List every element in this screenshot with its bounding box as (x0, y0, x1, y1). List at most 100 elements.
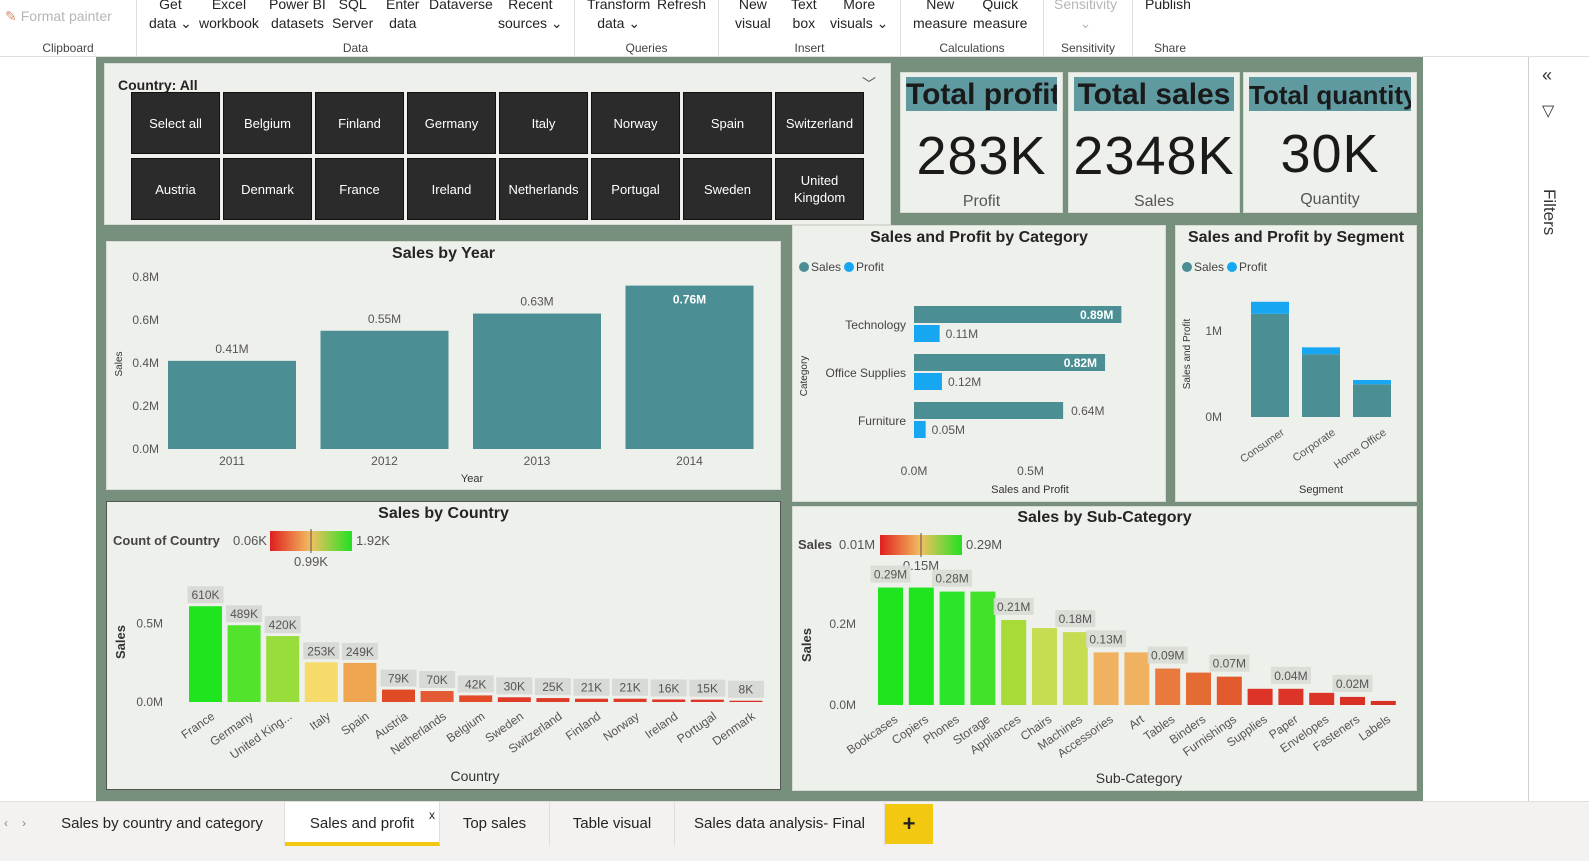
filters-label[interactable]: Filters (1539, 189, 1559, 235)
recent-line1: Recent (508, 0, 553, 12)
bar-Chairs (1032, 628, 1057, 705)
bar-France (189, 606, 222, 702)
x-tick-label: Italy (307, 709, 333, 733)
publish-button[interactable]: Publish (1145, 0, 1191, 14)
data-label: 0.11M (946, 327, 978, 341)
sql-server-button[interactable]: SQL Server (332, 0, 373, 33)
slicer-button-norway[interactable]: Norway (591, 92, 680, 154)
slicer-button-portugal[interactable]: Portugal (591, 158, 680, 220)
tab-top-sales[interactable]: Top sales (440, 802, 550, 846)
data-label: 0.28M (935, 572, 968, 586)
slicer-button-ireland[interactable]: Ireland (407, 158, 496, 220)
page-tab-bar: ‹ › Sales by country and category Sales … (0, 801, 1589, 861)
tab-label: Table visual (572, 815, 652, 832)
filters-pane: « ▽ Filters (1528, 57, 1589, 801)
data-label: 0.55M (368, 312, 401, 326)
collapse-double-chevron-icon[interactable]: « (1542, 65, 1552, 86)
dataverse-button[interactable]: Dataverse (429, 0, 493, 14)
clipboard-group: ✎ Format painter Clipboard (0, 0, 137, 56)
bar-Tables (1155, 668, 1181, 705)
slicer-button-germany[interactable]: Germany (407, 92, 496, 154)
sales-by-subcategory-plot: Sales 0.01M 0.29M0.15M0.0M0.2MSales0.29MBo… (798, 533, 1396, 786)
format-painter-button[interactable]: ✎ Format painter (5, 8, 112, 25)
chevron-down-icon: ⌄ (547, 15, 563, 31)
data-label: 79K (388, 672, 409, 686)
x-tick-label: Labels (1356, 712, 1393, 744)
bar-Spain (343, 662, 377, 702)
tab-sales-data-analysis-final[interactable]: Sales data analysis- Final (675, 802, 885, 846)
new-visual-button[interactable]: New visual (735, 0, 771, 33)
slicer-button-united-kingdom[interactable]: United Kingdom (775, 158, 864, 220)
add-page-button[interactable]: + (885, 804, 933, 844)
more-visuals-button[interactable]: More visuals ⌄ (830, 0, 888, 33)
bar-Phones (939, 591, 965, 705)
get-data-line2: data (149, 15, 177, 31)
group-label-insert: Insert (794, 41, 825, 55)
x-tick-label: Corporate (1291, 427, 1338, 465)
sales-by-country-chart[interactable]: Sales by Country Count of Country 0.06K 1.… (106, 501, 781, 790)
insert-group: New visual Text box More visuals ⌄ Insert (719, 0, 901, 56)
slicer-button-sweden[interactable]: Sweden (683, 158, 772, 220)
y-tick-label: 1M (1205, 324, 1222, 338)
nav-right-icon[interactable]: › (22, 816, 26, 830)
data-label: 30K (504, 679, 525, 693)
card-total-quantity[interactable]: Total quantity 30K Quantity (1243, 72, 1417, 213)
slicer-button-italy[interactable]: Italy (499, 92, 588, 154)
pbi-line2: datasets (270, 15, 324, 31)
data-label: 0.04M (1274, 669, 1307, 683)
card-total-profit[interactable]: Total profit 283K Profit (900, 72, 1063, 213)
legend-title: Sales (798, 537, 832, 552)
sales-profit-by-category-chart[interactable]: Sales and Profit by Category Sales Profit… (792, 225, 1166, 502)
chevron-down-icon: ⌄ (872, 15, 889, 31)
slicer-button-spain[interactable]: Spain (683, 92, 772, 154)
slicer-button-select-all[interactable]: Select all (131, 92, 220, 154)
y-tick-label: 0.2M (132, 399, 159, 413)
slicer-button-denmark[interactable]: Denmark (223, 158, 312, 220)
share-group: Publish Share (1133, 0, 1207, 56)
enter-data-button[interactable]: Enter data (386, 0, 419, 33)
publish-line1: Publish (1145, 0, 1191, 12)
close-icon[interactable]: x (429, 793, 435, 837)
sales-by-subcategory-chart[interactable]: Sales by Sub-Category Sales 0.01M 0.29M 0.1… (792, 506, 1417, 791)
bar-Portugal (690, 699, 724, 702)
slicer-button-switzerland[interactable]: Switzerland (775, 92, 864, 154)
quick-measure-button[interactable]: Quick measure (973, 0, 1027, 33)
group-label-sensitivity: Sensitivity (1060, 41, 1116, 55)
new-measure-button[interactable]: New measure (913, 0, 967, 33)
bar-profit-0 (914, 325, 940, 342)
transform-data-button[interactable]: Transform data ⌄ (587, 0, 650, 33)
filter-funnel-icon[interactable]: ▽ (1542, 101, 1554, 121)
bar-Envelopes (1309, 692, 1335, 705)
sensitivity-button[interactable]: Sensitivity ⌄ (1054, 0, 1117, 33)
slicer-button-netherlands[interactable]: Netherlands (499, 158, 588, 220)
y-axis-title: Sales (113, 625, 128, 659)
y-tick-label: 0.6M (132, 313, 159, 327)
chevron-down-icon[interactable]: ﹀ (862, 74, 876, 94)
data-label: 489K (230, 607, 258, 621)
bar-Paper (1278, 688, 1304, 705)
slicer-button-belgium[interactable]: Belgium (223, 92, 312, 154)
tab-sales-by-country-and-category[interactable]: Sales by country and category (40, 802, 285, 846)
card-label: Sales (1133, 193, 1175, 210)
nav-left-icon[interactable]: ‹ (4, 816, 8, 830)
excel-workbook-button[interactable]: Excel workbook (199, 0, 259, 33)
bar-profit-0 (1251, 301, 1289, 314)
sales-profit-by-segment-chart[interactable]: Sales and Profit by Segment Sales Profit 0… (1175, 225, 1417, 502)
recent-sources-button[interactable]: Recent sources ⌄ (498, 0, 563, 33)
enter-line1: Enter (386, 0, 420, 12)
data-label: 8K (739, 683, 754, 697)
slicer-button-france[interactable]: France (315, 158, 404, 220)
legend-max: 0.29M (966, 537, 1002, 552)
refresh-button[interactable]: Refresh (657, 0, 706, 14)
tab-table-visual[interactable]: Table visual (550, 802, 675, 846)
text-box-button[interactable]: Text box (791, 0, 817, 33)
power-bi-datasets-button[interactable]: Power BI datasets (269, 0, 326, 33)
tab-sales-and-profit[interactable]: Sales and profit x (285, 802, 440, 846)
get-data-button[interactable]: Get data ⌄ (149, 0, 192, 33)
sales-by-year-chart[interactable]: Sales by Year 0.0M 0.2M 0.4M 0.6M 0.8M Sales 0… (106, 241, 781, 490)
tab-label: Top sales (462, 815, 527, 832)
card-total-sales[interactable]: Total sales 2348K Sales (1068, 72, 1240, 213)
slicer-button-austria[interactable]: Austria (131, 158, 220, 220)
slicer-button-finland[interactable]: Finland (315, 92, 404, 154)
legend-swatch-profit (844, 262, 854, 272)
